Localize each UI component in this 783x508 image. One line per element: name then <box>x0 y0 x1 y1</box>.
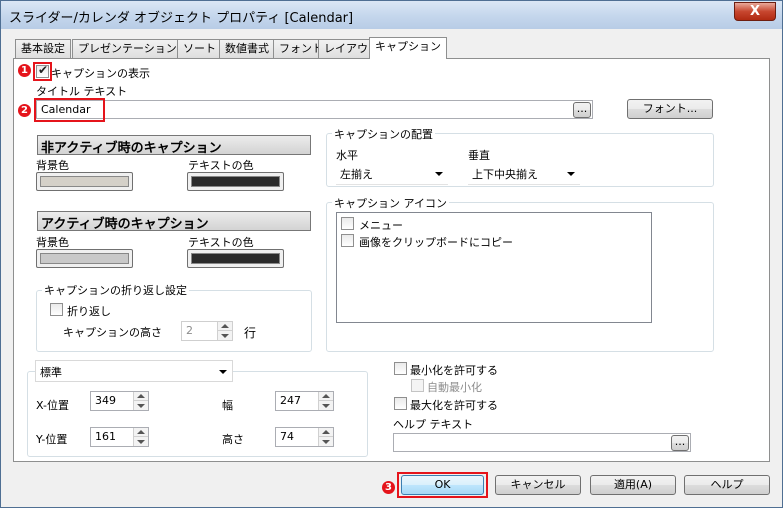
inactive-text-color-swatch <box>191 176 280 187</box>
active-text-color-button[interactable] <box>187 249 284 268</box>
inactive-text-color-label: テキストの色 <box>188 159 254 172</box>
height-spinner[interactable]: 74 <box>275 427 334 447</box>
vertical-align-value: 上下中央揃え <box>472 168 538 181</box>
wrap-checkbox[interactable] <box>50 303 63 316</box>
active-caption-header: アクティブ時のキャプション <box>37 211 311 232</box>
x-position-label: X-位置 <box>36 399 69 412</box>
highlight-title-text <box>34 98 105 122</box>
title-text-browse-button[interactable]: ... <box>573 102 591 118</box>
allow-maximize-checkbox[interactable] <box>394 397 407 410</box>
caption-placement-group-label: キャプションの配置 <box>332 126 435 142</box>
spin-down-icon[interactable] <box>134 401 148 410</box>
caption-height-value: 2 <box>186 324 193 337</box>
active-bg-color-swatch <box>40 253 129 264</box>
font-button[interactable]: フォント... <box>627 99 713 119</box>
inactive-caption-header: 非アクティブ時のキャプション <box>37 135 311 156</box>
apply-button[interactable]: 適用(A) <box>590 475 676 495</box>
horizontal-label: 水平 <box>336 149 358 162</box>
cancel-button[interactable]: キャンセル <box>495 475 581 495</box>
icon-copy-label: 画像をクリップボードにコピー <box>359 236 513 249</box>
vertical-align-select[interactable]: 上下中央揃え <box>468 163 580 185</box>
spin-up-icon[interactable] <box>319 392 333 401</box>
allow-minimize-checkbox[interactable] <box>394 362 407 375</box>
auto-minimize-checkbox[interactable] <box>411 379 424 392</box>
y-position-label: Y-位置 <box>36 433 68 446</box>
horizontal-align-select[interactable]: 左揃え <box>336 163 448 185</box>
width-value: 247 <box>280 394 301 407</box>
vertical-label: 垂直 <box>468 149 490 162</box>
chevron-down-icon <box>219 370 227 374</box>
title-text-label: タイトル テキスト <box>36 85 128 98</box>
caption-height-spinner[interactable]: 2 <box>181 321 233 341</box>
help-button[interactable]: ヘルプ <box>684 475 770 495</box>
width-label: 幅 <box>222 399 233 412</box>
spin-down-icon[interactable] <box>319 401 333 410</box>
active-bg-label: 背景色 <box>36 236 69 249</box>
height-label: 高さ <box>222 433 244 446</box>
chevron-down-icon <box>567 172 575 176</box>
allow-maximize-label: 最大化を許可する <box>410 399 498 412</box>
auto-minimize-label: 自動最小化 <box>427 381 482 394</box>
chevron-down-icon <box>435 172 443 176</box>
position-mode-select[interactable]: 標準 <box>35 360 233 382</box>
caption-icons-group-label: キャプション アイコン <box>332 195 449 211</box>
show-caption-label: キャプションの表示 <box>51 67 150 80</box>
wrap-label: 折り返し <box>67 305 111 318</box>
spin-up-icon[interactable] <box>134 392 148 401</box>
y-position-spinner[interactable]: 161 <box>90 427 149 447</box>
active-bg-color-button[interactable] <box>36 249 133 268</box>
icon-menu-checkbox[interactable] <box>341 217 354 230</box>
spin-up-icon[interactable] <box>134 428 148 437</box>
close-button[interactable]: X <box>734 2 776 21</box>
x-position-spinner[interactable]: 349 <box>90 391 149 411</box>
tab-sort[interactable]: ソート <box>177 39 222 58</box>
properties-dialog: スライダー/カレンダ オブジェクト プロパティ [Calendar] X 基本設… <box>0 0 783 508</box>
callout-marker-3: 3 <box>382 481 395 494</box>
active-text-color-swatch <box>191 253 280 264</box>
highlight-ok-button <box>397 472 488 498</box>
title-bar: スライダー/カレンダ オブジェクト プロパティ [Calendar] X <box>1 1 782 29</box>
inactive-text-color-button[interactable] <box>187 172 284 191</box>
help-text-input[interactable] <box>393 433 691 452</box>
spin-down-icon[interactable] <box>134 437 148 446</box>
spin-down-icon[interactable] <box>218 331 232 340</box>
caption-wrap-group-label: キャプションの折り返し設定 <box>42 282 189 298</box>
tab-caption[interactable]: キャプション <box>369 37 447 59</box>
highlight-show-caption <box>33 62 52 81</box>
caption-icons-list[interactable]: メニュー 画像をクリップボードにコピー <box>336 212 652 323</box>
caption-tab-panel: 1 キャプションの表示 タイトル テキスト 2 Calendar ... フォン… <box>13 58 770 462</box>
icon-copy-checkbox[interactable] <box>341 234 354 247</box>
title-text-input[interactable]: Calendar <box>36 100 593 119</box>
inactive-bg-label: 背景色 <box>36 159 69 172</box>
caption-wrap-group <box>36 290 312 352</box>
allow-minimize-label: 最小化を許可する <box>410 364 498 377</box>
tab-basic[interactable]: 基本設定 <box>15 39 71 58</box>
callout-marker-2: 2 <box>18 104 31 117</box>
spin-up-icon[interactable] <box>218 322 232 331</box>
x-position-value: 349 <box>95 394 116 407</box>
help-text-browse-button[interactable]: ... <box>671 435 689 451</box>
position-mode-value: 標準 <box>40 366 62 379</box>
help-text-label: ヘルプ テキスト <box>393 418 474 431</box>
spin-down-icon[interactable] <box>319 437 333 446</box>
icon-menu-label: メニュー <box>359 219 403 232</box>
inactive-bg-color-swatch <box>40 176 129 187</box>
tab-presentation[interactable]: プレゼンテーション <box>72 39 183 58</box>
active-text-color-label: テキストの色 <box>188 236 254 249</box>
horizontal-align-value: 左揃え <box>340 168 373 181</box>
caption-height-label: キャプションの高さ <box>63 326 162 339</box>
caption-height-unit: 行 <box>244 326 257 340</box>
y-position-value: 161 <box>95 430 116 443</box>
spin-up-icon[interactable] <box>319 428 333 437</box>
callout-marker-1: 1 <box>18 64 31 77</box>
tab-number-format[interactable]: 数値書式 <box>219 39 275 58</box>
width-spinner[interactable]: 247 <box>275 391 334 411</box>
inactive-bg-color-button[interactable] <box>36 172 133 191</box>
height-value: 74 <box>280 430 294 443</box>
window-title: スライダー/カレンダ オブジェクト プロパティ [Calendar] <box>9 11 354 26</box>
